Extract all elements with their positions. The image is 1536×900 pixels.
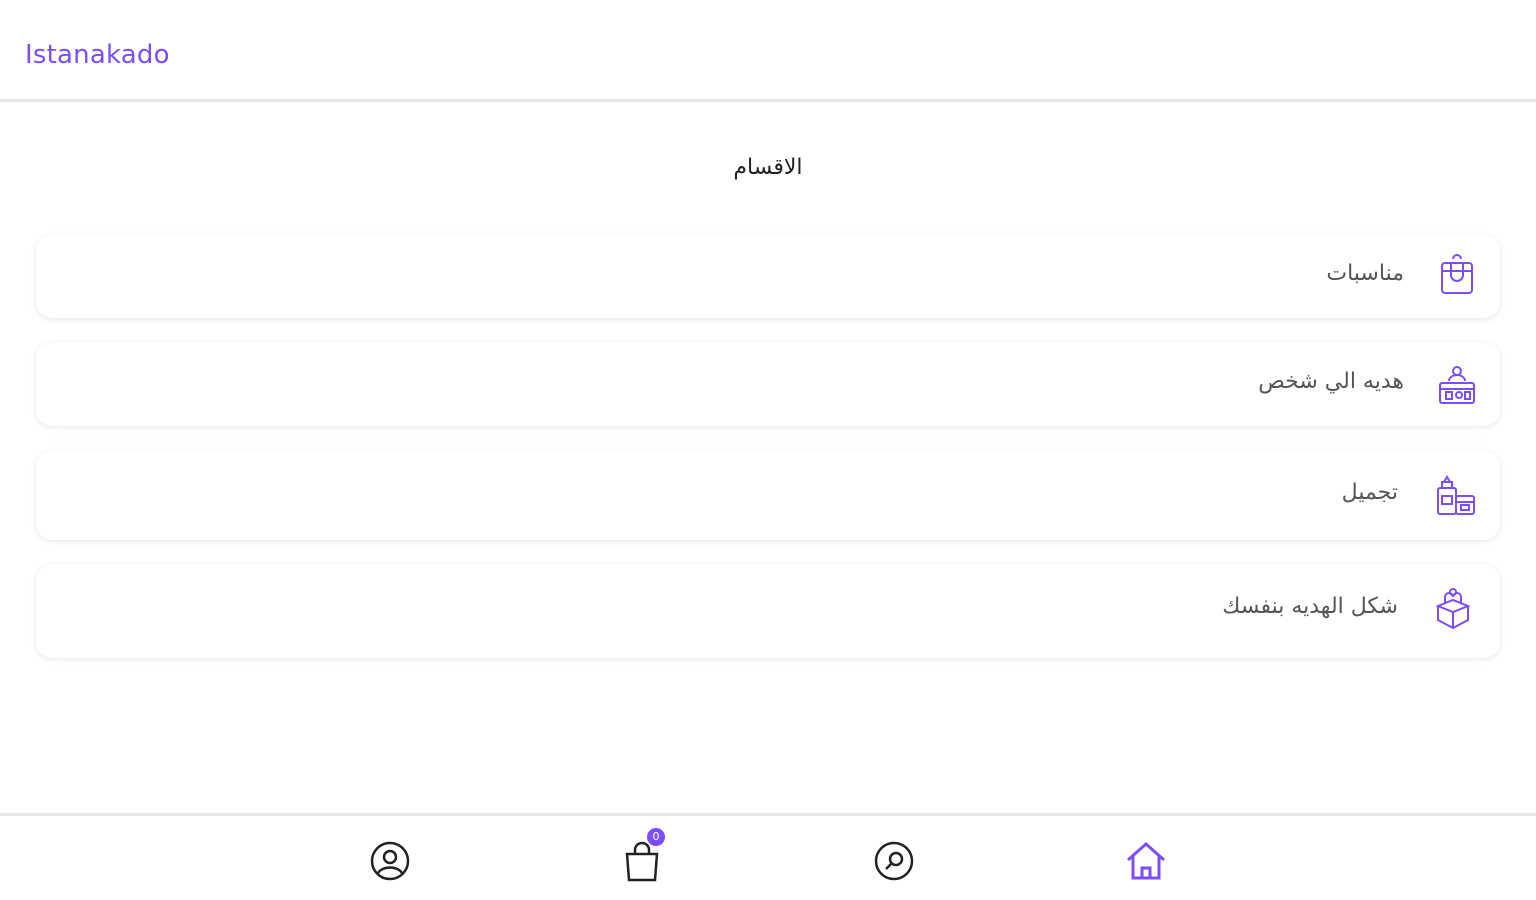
beauty-icon — [1432, 472, 1478, 518]
category-card-gift-for-person[interactable]: هديه الي شخص — [36, 342, 1500, 426]
category-card-beauty[interactable]: تجميل — [36, 450, 1500, 540]
cart-count-badge: 0 — [647, 828, 665, 846]
category-label: شكل الهديه بنفسك — [1222, 594, 1398, 619]
category-label: تجميل — [1341, 480, 1398, 505]
nav-home[interactable] — [1123, 838, 1169, 884]
top-app-bar: Istanakado — [0, 0, 1536, 102]
home-icon — [1123, 838, 1169, 884]
brand-title[interactable]: Istanakado — [25, 40, 170, 70]
bottom-navigation: 0 — [0, 813, 1536, 900]
custom-gift-box-icon — [1430, 586, 1476, 632]
nav-search[interactable] — [871, 838, 917, 884]
search-icon — [871, 838, 917, 884]
category-card-custom-gift[interactable]: شكل الهديه بنفسك — [36, 564, 1500, 658]
gift-bag-icon — [1434, 253, 1480, 299]
user-circle-icon — [367, 838, 413, 884]
page-title: الاقسام — [733, 155, 803, 180]
nav-profile[interactable] — [367, 838, 413, 884]
gift-person-icon — [1434, 363, 1480, 409]
category-label: هديه الي شخص — [1258, 369, 1404, 394]
category-label: مناسبات — [1326, 261, 1404, 286]
category-card-occasions[interactable]: مناسبات — [36, 234, 1500, 318]
nav-cart[interactable]: 0 — [619, 828, 665, 884]
